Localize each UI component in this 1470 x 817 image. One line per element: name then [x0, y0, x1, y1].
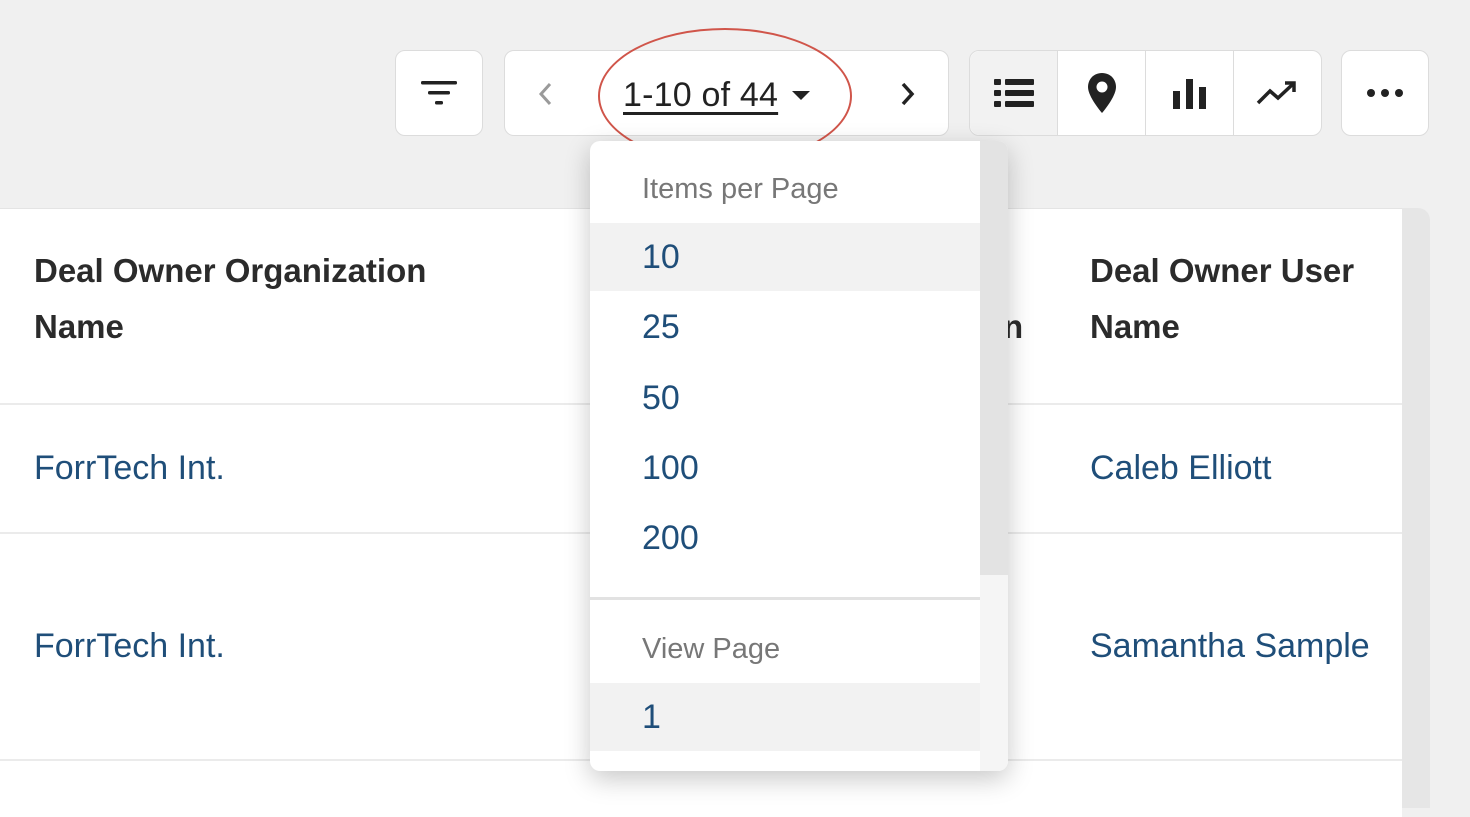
dropdown-divider	[590, 597, 980, 600]
pagination-dropdown-menu: Items per Page 10 25 50 100 200 View Pag…	[590, 141, 1008, 771]
page: 1-10 of 44 Deal Owner Organization Name …	[0, 0, 1470, 817]
chevron-left-icon	[538, 82, 552, 106]
view-switcher	[969, 50, 1322, 136]
filter-button[interactable]	[395, 50, 483, 136]
items-per-page-option[interactable]: 10	[590, 223, 980, 291]
table-cell-user[interactable]: Caleb Elliott	[1090, 449, 1271, 488]
table-scrollbar[interactable]	[1402, 208, 1430, 808]
caret-down-icon	[792, 90, 811, 100]
trend-view-button[interactable]	[1234, 51, 1321, 135]
column-header-line: Deal Owner User	[1090, 252, 1355, 289]
previous-page-button[interactable]	[525, 73, 567, 115]
table-cell-org[interactable]: ForrTech Int.	[34, 449, 225, 488]
table-cell-user[interactable]: Samantha Sample	[1090, 627, 1370, 666]
more-horizontal-icon	[1367, 89, 1403, 97]
bar-chart-icon	[1172, 79, 1206, 109]
dropdown-scrollbar-thumb[interactable]	[980, 141, 1008, 575]
column-header-line: Name	[34, 308, 124, 345]
next-page-button[interactable]	[886, 73, 928, 115]
table-cell-org[interactable]: ForrTech Int.	[34, 627, 225, 666]
view-page-option[interactable]: 1	[590, 683, 980, 751]
view-page-label: View Page	[642, 633, 781, 665]
trend-line-icon	[1256, 81, 1296, 105]
list-view-button[interactable]	[970, 51, 1058, 135]
column-header-org[interactable]: Deal Owner Organization Name	[34, 243, 426, 355]
page-range-label: 1-10 of 44	[623, 75, 779, 114]
items-per-page-option[interactable]: 50	[590, 364, 980, 432]
chart-view-button[interactable]	[1146, 51, 1234, 135]
chevron-right-icon	[901, 82, 915, 106]
map-pin-icon	[1087, 73, 1116, 113]
pagination-control: 1-10 of 44	[504, 50, 949, 136]
column-header-user[interactable]: Deal Owner User Name	[1090, 243, 1354, 355]
items-per-page-option[interactable]: 100	[590, 434, 980, 502]
items-per-page-option[interactable]: 200	[590, 504, 980, 572]
items-per-page-label: Items per Page	[642, 173, 839, 205]
more-options-button[interactable]	[1341, 50, 1429, 136]
list-icon	[993, 79, 1034, 107]
page-range-selector[interactable]: 1-10 of 44	[623, 75, 811, 115]
column-header-line: Name	[1090, 308, 1180, 345]
items-per-page-option[interactable]: 25	[590, 293, 980, 361]
column-header-line: Deal Owner Organization	[34, 252, 427, 289]
map-view-button[interactable]	[1058, 51, 1146, 135]
filter-icon	[421, 81, 457, 105]
